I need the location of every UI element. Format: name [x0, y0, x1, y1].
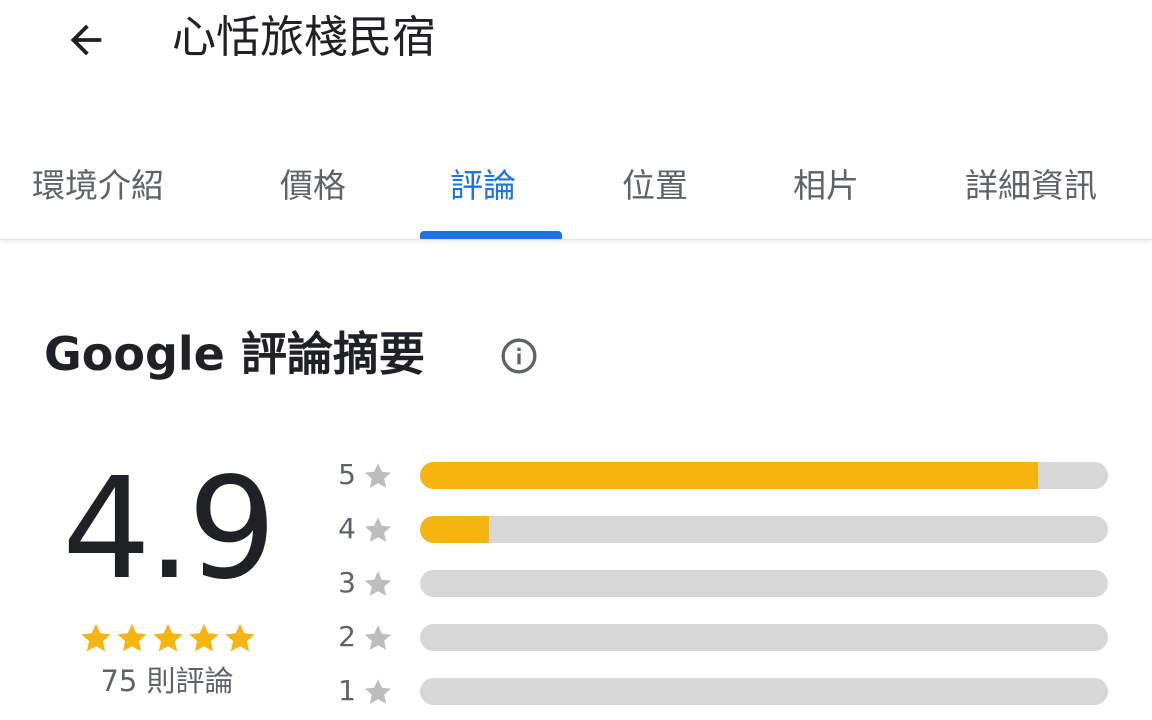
tab-location[interactable]: 位置	[622, 150, 688, 240]
tab-reviews[interactable]: 評論	[450, 150, 516, 240]
rating-bar-track	[420, 570, 1108, 597]
star-icon	[117, 623, 147, 652]
star-icon	[81, 623, 111, 652]
rating-bar-label: 1	[338, 674, 356, 707]
tab-photos[interactable]: 相片	[793, 150, 859, 240]
rating-bar-row-4[interactable]: 4	[334, 512, 1114, 546]
star-icon	[364, 517, 392, 542]
rating-bar-row-5[interactable]: 5	[334, 458, 1114, 492]
review-count[interactable]: 75 則評論	[62, 660, 272, 702]
rating-bar-row-1[interactable]: 1	[334, 674, 1114, 708]
star-icon	[189, 623, 219, 652]
arrow-left-icon	[70, 24, 102, 56]
rating-bar-track	[420, 516, 1108, 543]
page: 心恬旅棧民宿 環境介紹 價格 評論 位置 相片 詳細資訊 Google 評論摘要…	[0, 0, 1152, 720]
page-title: 心恬旅棧民宿	[172, 12, 436, 63]
star-icon	[364, 679, 392, 704]
rating-bar-fill	[420, 462, 1038, 489]
star-icon	[225, 623, 255, 652]
rating-bar-label: 3	[338, 566, 356, 599]
back-button[interactable]	[56, 14, 116, 66]
tab-details[interactable]: 詳細資訊	[965, 150, 1097, 240]
rating-bar-track	[420, 624, 1108, 651]
rating-stars	[78, 620, 260, 658]
active-tab-indicator	[420, 231, 562, 239]
rating-bar-label: 5	[338, 458, 356, 491]
info-circle-icon	[501, 338, 537, 374]
rating-bar-label: 4	[338, 512, 356, 545]
info-button[interactable]	[498, 335, 540, 377]
star-icon	[364, 625, 392, 650]
rating-bar-track	[420, 678, 1108, 705]
tab-environment[interactable]: 環境介紹	[32, 150, 164, 240]
star-icon	[364, 463, 392, 488]
rating-bar-label: 2	[338, 620, 356, 653]
rating-bar-fill	[420, 516, 489, 543]
rating-bar-track	[420, 462, 1108, 489]
average-rating: 4.9	[62, 448, 277, 611]
review-summary-title: Google 評論摘要	[44, 327, 425, 381]
star-icon	[364, 571, 392, 596]
rating-bar-row-2[interactable]: 2	[334, 620, 1114, 654]
tab-price[interactable]: 價格	[280, 150, 346, 240]
star-icon	[153, 623, 183, 652]
tab-bar: 環境介紹 價格 評論 位置 相片 詳細資訊	[0, 150, 1152, 240]
rating-bar-row-3[interactable]: 3	[334, 566, 1114, 600]
